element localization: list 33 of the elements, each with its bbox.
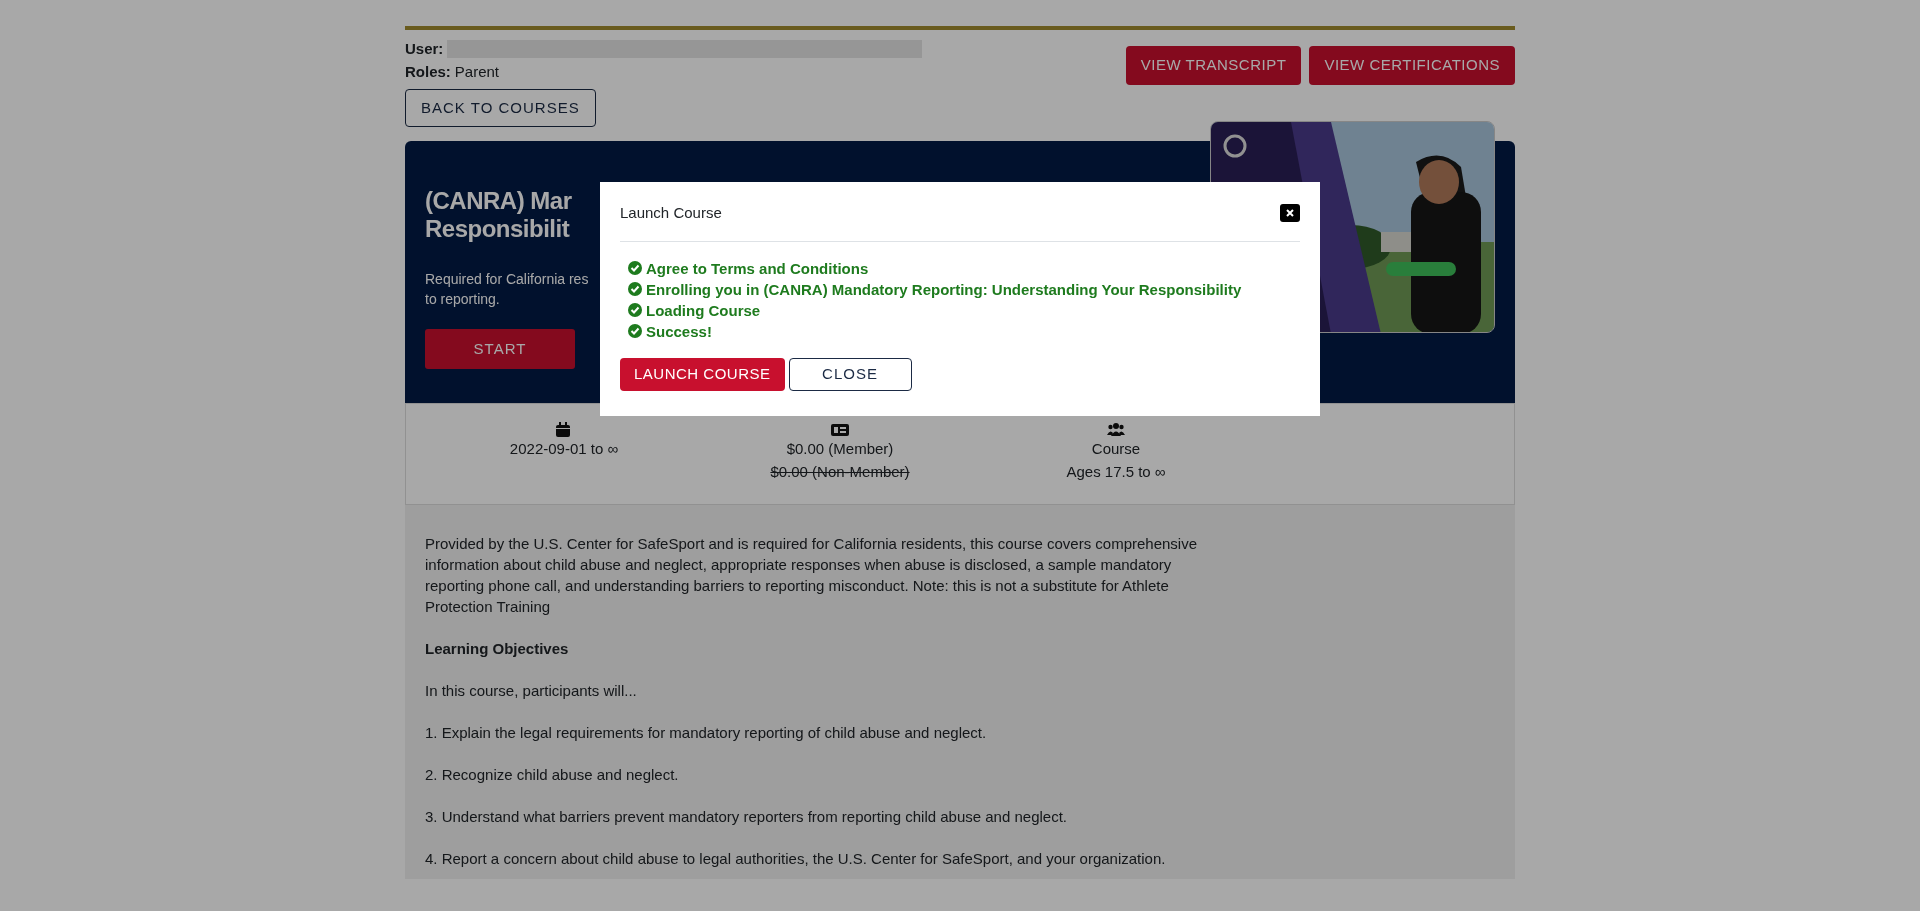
info-text: Ages 17.5 to ∞: [1066, 461, 1166, 482]
header-button[interactable]: VIEW TRANSCRIPT: [1125, 46, 1302, 85]
paragraph: 2. Recognize child abuse and neglect.: [425, 765, 680, 785]
section-heading: Learning Objectives: [425, 639, 570, 659]
close-dialog-button[interactable]: CLOSE: [788, 357, 912, 391]
info-text: Course: [1091, 439, 1141, 459]
info-text: 2022-09-01 to ∞: [509, 439, 619, 459]
step-text: Success!: [646, 321, 712, 342]
step-text: Agree to Terms and Conditions: [646, 258, 869, 279]
calendar-icon: [555, 422, 573, 438]
course-description: Required for California res to reporting.: [425, 270, 589, 309]
dialog-title: Launch Course: [620, 203, 722, 223]
users-icon: [1107, 422, 1125, 438]
paragraph: In this course, participants will...: [425, 681, 638, 701]
money-bill-icon: [831, 422, 849, 438]
roles-value: Parent: [454, 61, 500, 82]
paragraph: 4. Report a concern about child abuse to legal authorities, the U.S. Center for SafeSport, and your organization.: [425, 849, 1167, 869]
header-button[interactable]: VIEW CERTIFICATIONS: [1309, 46, 1515, 85]
roles-label: Roles:: [405, 61, 451, 82]
step-text: Loading Course: [646, 300, 761, 321]
paragraph: Provided by the U.S. Center for SafeSport and is required for California residents, this course covers comprehensive information about child abuse and neglect, appropriate responses when abuse is disclosed, a sample mandatory reporting phone call, and understanding barriers to reporting misconduct. Note: this is not a substitute for Athlete Protection Training: [425, 534, 1199, 617]
info-text: $0.00 (Non-Member): [770, 461, 910, 482]
paragraph: 3. Understand what barriers prevent mandatory reporters from reporting child abuse and neglect.: [425, 807, 1068, 827]
user-label: User:: [405, 39, 444, 59]
close-button[interactable]: [1280, 204, 1300, 223]
close-icon: [1286, 209, 1294, 218]
start-button[interactable]: START: [425, 329, 575, 370]
info-text: $0.00 (Member): [786, 439, 894, 459]
back-button[interactable]: BACK TO COURSES: [405, 88, 596, 127]
course-title: (CANRA) Mar Responsibilit: [425, 187, 572, 243]
step-text: Enrolling you in (CANRA) Mandatory Reporting: Understanding Your Responsibility: [646, 279, 1242, 300]
launch-button[interactable]: LAUNCH COURSE: [620, 357, 785, 391]
paragraph: 1. Explain the legal requirements for mandatory reporting of child abuse and neglect.: [425, 723, 988, 743]
